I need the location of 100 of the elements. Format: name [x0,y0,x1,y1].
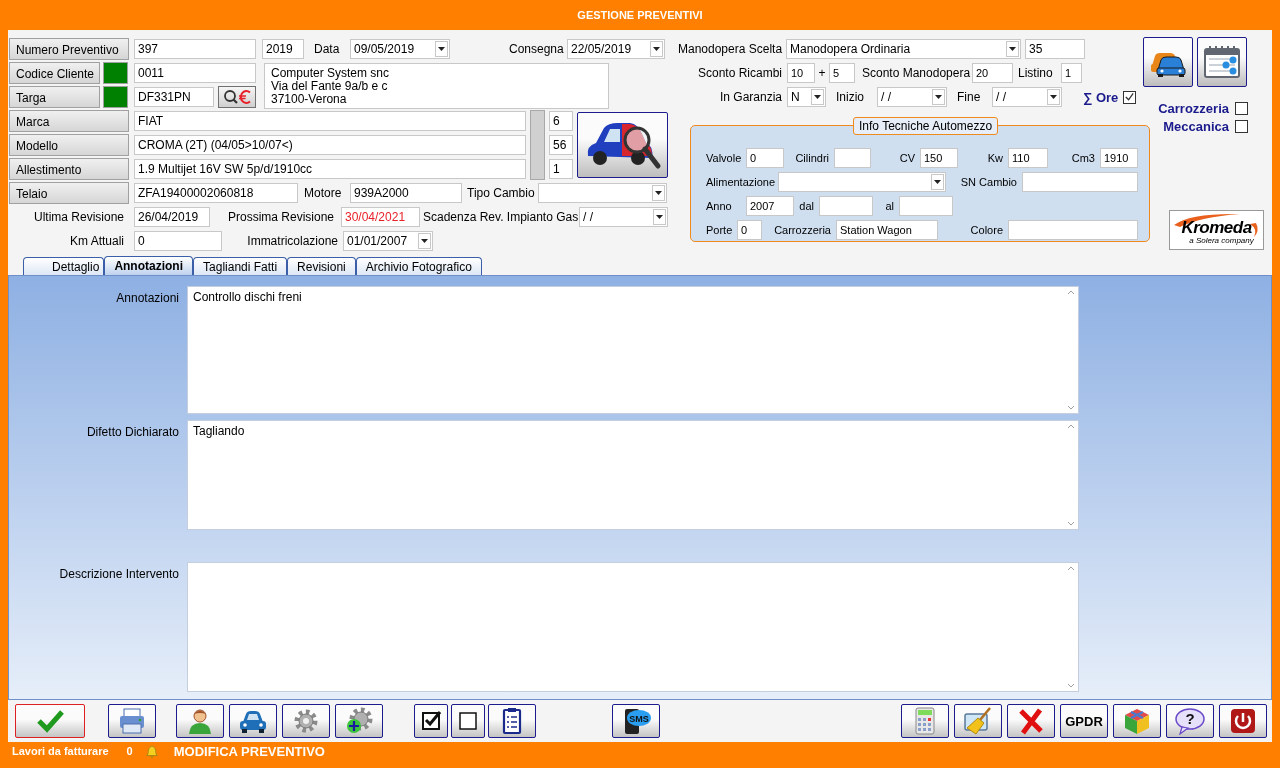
input-field[interactable]: 26/04/2019 [134,207,210,227]
input-field[interactable] [819,196,873,216]
field-label: Scadenza Rev. Impianto Gas [423,210,579,224]
confirm-button[interactable] [15,704,85,738]
status-mode: MODIFICA PREVENTIVO [173,743,325,759]
input-field[interactable]: 0 [746,148,784,168]
date-dropdown[interactable]: 09/05/2019 [350,39,450,59]
field-label: Descrizione Intervento [58,566,180,583]
vehicle-search-button[interactable] [577,112,668,178]
broom-icon [963,707,993,735]
input-field[interactable]: 0 [737,220,762,240]
caret-icon [931,174,944,190]
select-all-button[interactable] [414,704,448,738]
vehicle-button[interactable] [229,704,277,738]
checkbox[interactable] [1235,119,1248,133]
field-button[interactable]: Telaio [9,182,129,204]
input-field[interactable] [899,196,953,216]
gear-plus-icon [344,707,374,735]
input-field[interactable]: FIAT [134,111,526,131]
calculator-button[interactable] [901,704,949,738]
field-button[interactable]: Targa [9,86,100,108]
input-field[interactable]: Station Wagon [836,220,938,240]
vehicles-button[interactable] [1143,37,1193,87]
input-field[interactable]: 1 [549,159,573,179]
text-area[interactable]: Controllo dischi freni [187,286,1079,414]
input-field[interactable]: 5 [829,63,855,83]
input-field[interactable]: 2007 [746,196,794,216]
exit-button[interactable] [1219,704,1267,738]
checklist-button[interactable] [488,704,536,738]
tab[interactable]: Dettaglio [23,257,105,275]
dropdown[interactable]: N [787,87,826,107]
input-field[interactable]: 2019 [262,39,304,59]
cube-button[interactable] [1113,704,1161,738]
input-field[interactable]: 20 [972,63,1013,83]
field-button[interactable]: Marca [9,110,129,132]
price-search-button[interactable] [218,86,256,108]
sms-button[interactable]: SMS [612,704,660,738]
caret-icon [1047,89,1060,105]
input-field[interactable]: ZFA19400002060818 [134,183,298,203]
input-field[interactable] [1008,220,1138,240]
field-button[interactable]: Numero Preventivo [9,38,129,60]
input-field[interactable]: 30/04/2021 [341,207,420,227]
deselect-all-button[interactable] [451,704,485,738]
caret-icon [650,41,663,57]
calendar-button[interactable] [1197,37,1247,87]
delete-button[interactable] [1007,704,1055,738]
field-label: Tipo Cambio [467,186,536,200]
checkbox[interactable] [1235,101,1248,115]
tab[interactable]: Archivio Fotografico [355,257,482,275]
print-button[interactable] [108,704,156,738]
date-dropdown[interactable]: 22/05/2019 [567,39,665,59]
clean-button[interactable] [954,704,1002,738]
field-label: In Garanzia [718,90,783,104]
tab[interactable]: Revisioni [287,257,356,275]
input-field[interactable]: 0011 [134,63,256,83]
date-dropdown[interactable]: / / [579,207,668,227]
input-field[interactable]: DF331PN [134,87,214,107]
date-dropdown[interactable]: / / [992,87,1062,107]
input-field[interactable]: 397 [134,39,256,59]
input-field[interactable]: 110 [1008,148,1048,168]
input-field[interactable]: 6 [549,111,573,131]
field-label: Consegna [509,42,565,56]
scroll-bar[interactable] [530,110,545,180]
date-dropdown[interactable]: / / [877,87,947,107]
power-icon [1228,707,1258,735]
settings-button[interactable] [282,704,330,738]
field-label: Fine [957,90,982,104]
magnifier-euro-icon [221,88,253,106]
tab[interactable]: Tagliandi Fatti [193,257,288,275]
input-field[interactable]: 10 [787,63,815,83]
date-dropdown[interactable]: 01/01/2007 [343,231,433,251]
tab[interactable]: Annotazioni [104,256,194,275]
field-button[interactable]: Allestimento [9,158,129,180]
help-button[interactable]: ? [1166,704,1214,738]
field-button[interactable]: Codice Cliente [9,62,100,84]
input-field[interactable]: 150 [920,148,958,168]
input-field[interactable] [834,148,871,168]
input-field[interactable]: 1.9 Multijet 16V SW 5p/d/1910cc [134,159,526,179]
input-field[interactable]: 0 [134,231,222,251]
input-field[interactable]: 35 [1025,39,1085,59]
gpdr-button[interactable]: GPDR [1060,704,1108,738]
field-label: dal [798,200,815,212]
input-field[interactable]: 1910 [1100,148,1138,168]
add-settings-button[interactable] [335,704,383,738]
field-button[interactable]: Modello [9,134,129,156]
field-label: Listino [1018,66,1054,80]
input-field[interactable]: 939A2000 [350,183,462,203]
checkbox[interactable] [1123,90,1136,104]
input-field[interactable]: 1 [1061,63,1082,83]
caret-icon [1006,41,1019,57]
status-label: Lavori da fatturare [12,745,109,757]
input-field[interactable] [1022,172,1138,192]
text-area[interactable]: Tagliando [187,420,1079,530]
customer-button[interactable] [176,704,224,738]
status-indicator [103,62,128,84]
plus-sign: + [817,66,827,80]
input-field[interactable]: 56 [549,135,573,155]
dropdown[interactable]: Manodopera Ordinaria [786,39,1021,59]
bell-icon [144,744,159,758]
input-field[interactable]: CROMA (2T) (04/05>10/07<) [134,135,526,155]
